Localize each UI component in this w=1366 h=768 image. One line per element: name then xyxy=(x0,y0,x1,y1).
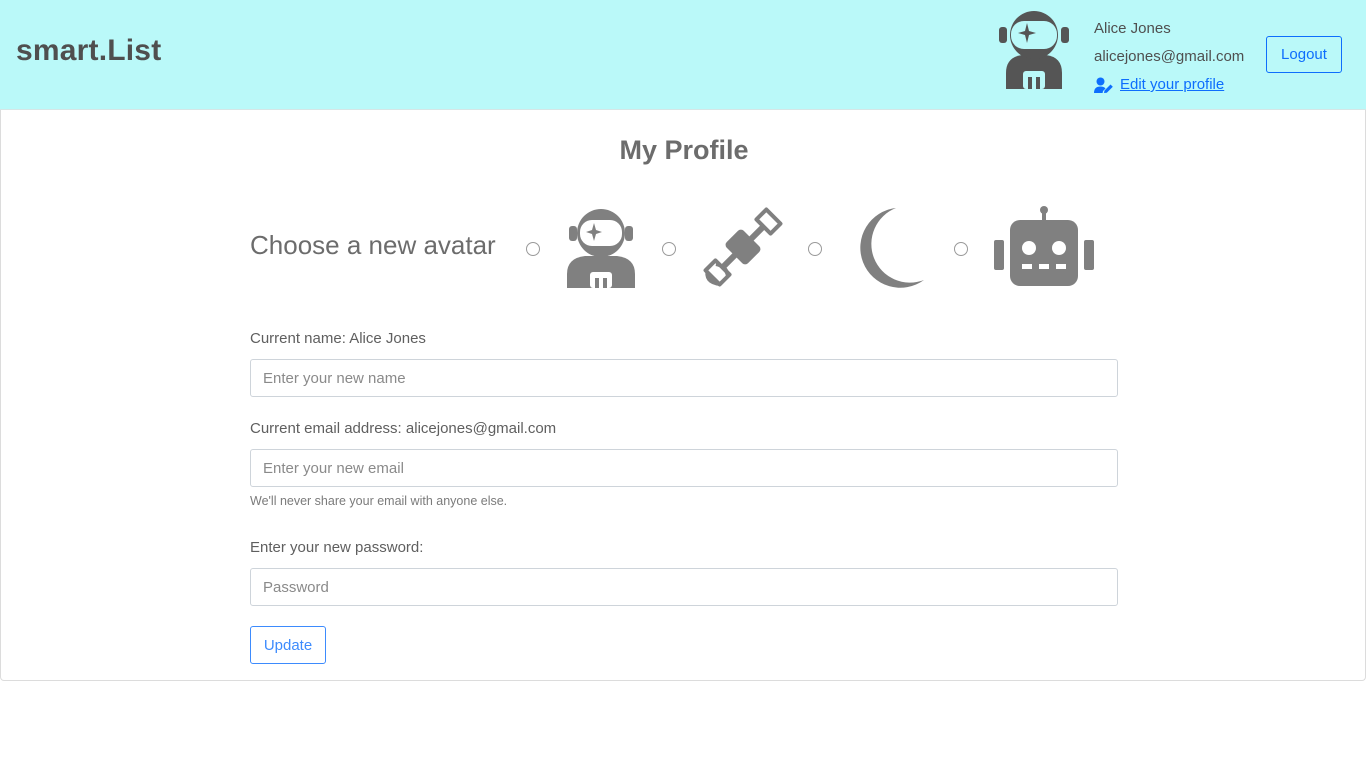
avatar-radio-robot[interactable] xyxy=(954,242,968,256)
name-label: Current name: Alice Jones xyxy=(250,330,426,347)
avatar-radio-astronaut[interactable] xyxy=(526,242,540,256)
user-name: Alice Jones xyxy=(1094,20,1171,37)
satellite-icon[interactable] xyxy=(700,206,786,288)
avatar-chooser: Choose a new avatar xyxy=(250,206,1120,288)
avatar-radio-moon[interactable] xyxy=(808,242,822,256)
name-input[interactable] xyxy=(250,359,1118,397)
avatar-radio-satellite[interactable] xyxy=(662,242,676,256)
user-email: alicejones@gmail.com xyxy=(1094,48,1245,65)
avatar-heading: Choose a new avatar xyxy=(250,230,496,260)
brand-logo[interactable]: smart.List xyxy=(16,34,161,68)
profile-card: My Profile Choose a new avatar Current n… xyxy=(0,110,1366,681)
robot-icon[interactable] xyxy=(994,206,1094,288)
logout-button[interactable]: Logout xyxy=(1266,36,1342,73)
password-input[interactable] xyxy=(250,568,1118,606)
email-help-text: We'll never share your email with anyone… xyxy=(250,494,508,508)
email-input[interactable] xyxy=(250,449,1118,487)
user-info: Alice Jones alicejones@gmail.com Edit yo… xyxy=(1094,19,1244,103)
page-title: My Profile xyxy=(619,135,749,165)
email-label: Current email address: alicejones@gmail.… xyxy=(250,420,557,437)
astronaut-icon xyxy=(999,11,1069,89)
edit-profile-link[interactable]: Edit your profile xyxy=(1094,75,1224,95)
moon-icon[interactable] xyxy=(850,206,926,288)
edit-profile-label: Edit your profile xyxy=(1120,76,1225,93)
password-label: Enter your new password: xyxy=(250,539,424,556)
user-edit-icon xyxy=(1094,77,1113,93)
astronaut-icon[interactable] xyxy=(564,206,638,288)
navbar: smart.List Alice Jones alicejones@gmail.… xyxy=(0,0,1366,110)
update-button[interactable]: Update xyxy=(250,626,326,664)
